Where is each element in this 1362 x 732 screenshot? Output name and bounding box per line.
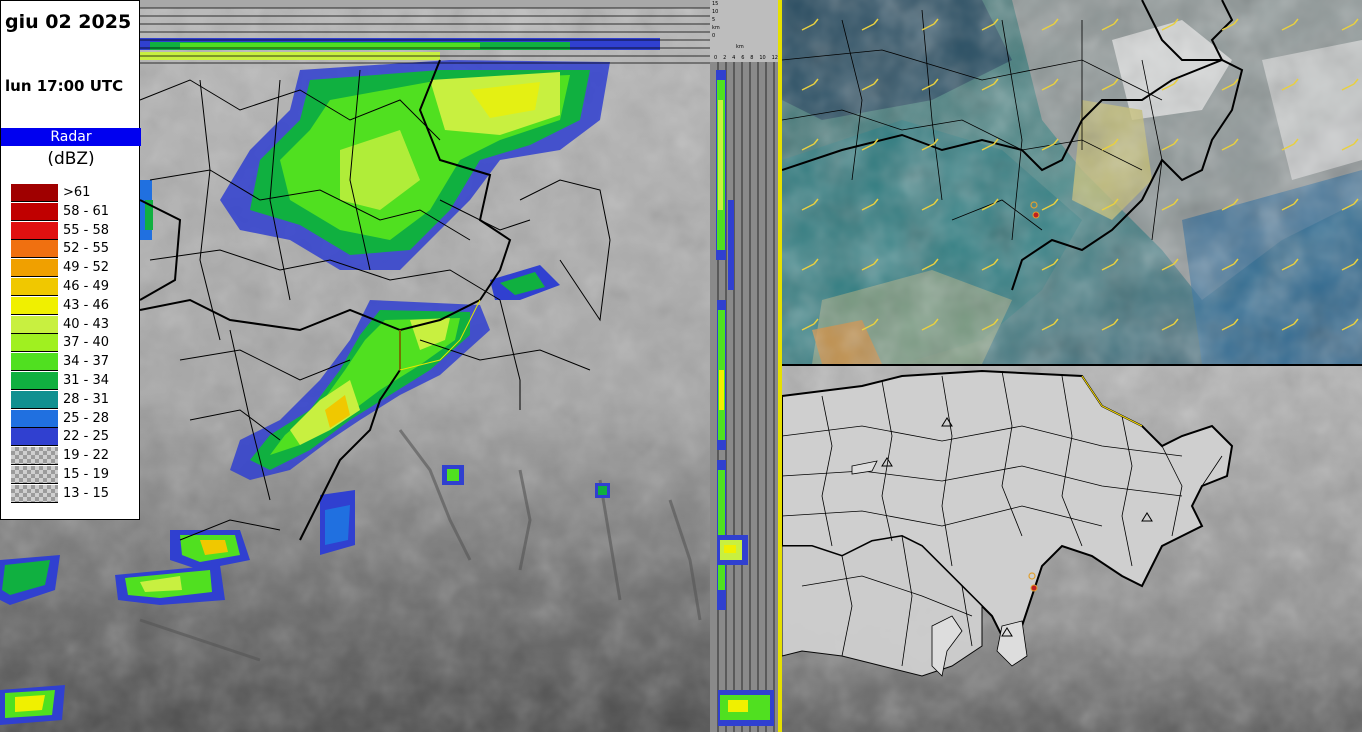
date-label: giu 02 2025 [5,11,132,33]
legend-box: giu 02 2025 lun 17:00 UTC Radar (dBZ) >6… [0,0,141,520]
profile-x-tick: 0 [714,55,718,61]
legend-swatch [11,428,58,447]
profile-tick: 10 [712,9,719,15]
time-label: lun 17:00 UTC [5,77,124,95]
profile-x-tick: 6 [741,55,745,61]
legend-swatch [11,184,58,202]
legend-swatch [11,259,58,278]
legend-unit: (dBZ) [47,149,95,169]
profile-top-scale: 15 10 5 km 0 [712,0,720,40]
profile-tick: 15 [712,1,719,7]
legend-swatch [11,390,58,409]
profile-km-label: km [736,44,744,50]
radar-map: giu 02 2025 lun 17:00 UTC Radar (dBZ) >6… [0,0,710,732]
legend-label: >61 [63,185,91,200]
profile-tick: 0 [712,33,716,39]
legend-label: 22 - 25 [63,429,110,445]
legend-swatch [11,409,58,428]
legend-swatch [11,371,58,390]
legend-label: 43 - 46 [63,297,110,313]
profile-x-tick: 10 [759,55,766,61]
legend-label: 37 - 40 [63,335,110,351]
legend-swatch [11,447,58,466]
profile-x-tick: 2 [723,55,727,61]
legend-label: 25 - 28 [63,410,110,426]
legend-swatch [11,296,58,315]
legend-label: 13 - 15 [63,485,110,501]
profile-tick: km [712,25,720,31]
legend-swatch [11,465,58,484]
legend-swatch [11,240,58,259]
profile-x-tick: 12 [771,55,778,61]
legend-swatch [11,353,58,372]
profile-x-scale: 0 2 4 6 8 10 12 [714,55,778,61]
legend-swatch [11,202,58,221]
legend-label: 28 - 31 [63,391,110,407]
model-svg [782,0,1362,364]
profile-x-tick: 8 [750,55,754,61]
profile-x-tick: 4 [732,55,736,61]
legend-title: Radar [1,128,141,146]
profile-tick: 5 [712,17,716,23]
legend-swatch [11,484,58,503]
legend-label: 46 - 49 [63,278,110,294]
legend-swatch [11,221,58,240]
legend-label: 52 - 55 [63,241,110,257]
legend-label: 55 - 58 [63,222,110,238]
profile-svg [710,0,778,732]
legend-label: 19 - 22 [63,448,110,464]
legend-label: 40 - 43 [63,316,110,332]
base-map-panel [782,366,1362,732]
base-map-svg [782,366,1362,732]
legend-swatch [11,277,58,296]
legend-label: 34 - 37 [63,354,110,370]
legend-label: 31 - 34 [63,372,110,388]
legend-swatch [11,315,58,334]
vertical-profile-strip: 15 10 5 km 0 km 0 2 4 6 8 10 12 [710,0,778,732]
legend-swatch [11,334,58,353]
legend-label: 58 - 61 [63,203,110,219]
model-forecast-panel [782,0,1362,364]
legend-label: 15 - 19 [63,466,110,482]
legend-label: 49 - 52 [63,260,110,276]
